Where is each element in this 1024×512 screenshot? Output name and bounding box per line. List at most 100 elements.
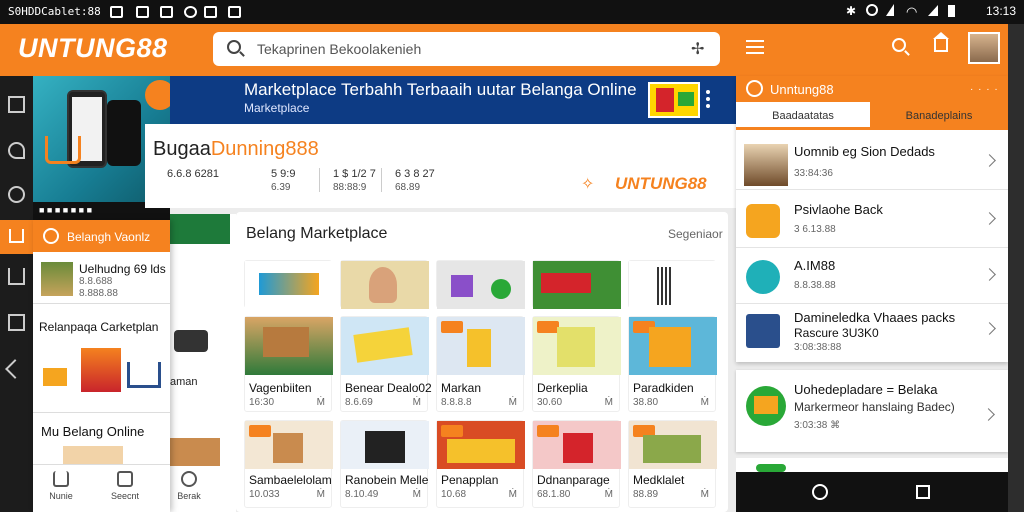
search-icon [746, 80, 763, 97]
tab-second[interactable]: Banadeplains [870, 102, 1008, 130]
search-icon-handle [904, 50, 910, 56]
store-brand: UNTUNG88 [615, 174, 707, 193]
product-tile[interactable] [436, 260, 525, 309]
side-navigation [0, 76, 33, 512]
product-tile[interactable]: Ddnanparage 68.1.80 Ṁ [532, 420, 621, 508]
section-title: Belang Marketplace [246, 225, 388, 242]
recents-button-icon[interactable] [916, 485, 930, 499]
store-stat: 6.6.8 6281 [167, 168, 219, 180]
product-tile[interactable] [340, 260, 429, 309]
back-icon[interactable] [5, 359, 25, 379]
banner-subtitle: Marketplace [244, 101, 310, 115]
product-tile[interactable]: Penapplan 10.68 Ṁ [436, 420, 525, 508]
product-tile[interactable] [628, 260, 717, 309]
decor-circle [145, 80, 170, 110]
home-button-icon[interactable] [812, 484, 828, 500]
search-bar[interactable]: Tekaprinen Bekoolakenieh ✢ [213, 32, 720, 66]
list-item[interactable]: Damineledka Vhaaes packs Rascure 3U3K0 3… [736, 304, 1008, 362]
product-tile[interactable]: Benear Dealo02 8.6.69 Ṁ [340, 316, 432, 412]
list-item[interactable]: Uelhudng 69 lds 8.8.688 8.888.88 [33, 254, 170, 304]
left-panel-header[interactable]: Belangh Vaonlz [33, 220, 170, 252]
product-tile[interactable]: Derkeplia 30.60 Ṁ [532, 316, 621, 412]
app-logo[interactable]: UNTUNG88 [18, 33, 168, 64]
right-promo-card[interactable]: Uohedepladare = Belaka Markermeor hansla… [736, 370, 1008, 452]
bottom-nav-home[interactable]: Nunie [41, 471, 81, 501]
notification-icon [110, 6, 123, 18]
store-icon [9, 229, 24, 243]
status-left-text: S0HDDCablet:88 [8, 5, 101, 18]
phone-illustration [107, 100, 141, 166]
tab-first[interactable]: Baadaatatas [736, 102, 870, 130]
category-banner [170, 214, 230, 244]
store-stat: 5 9:9 6.39 [271, 168, 296, 193]
bottom-nav-search[interactable]: Seecnt [105, 471, 145, 501]
home-icon[interactable] [8, 96, 25, 113]
circle-icon[interactable] [8, 186, 25, 203]
more-icon[interactable]: · · · · [970, 84, 999, 95]
product-tile[interactable]: Sambaelelolam 10.033 Ṁ [244, 420, 333, 508]
marketplace-section: Belang Marketplace Segeniaor Vagenbiiten… [236, 212, 728, 512]
product-tile[interactable] [532, 260, 621, 309]
chevron-right-icon [983, 268, 996, 281]
home-icon[interactable] [934, 38, 948, 52]
home-icon [53, 471, 69, 487]
bottom-nav-account[interactable]: Berak [169, 471, 209, 501]
system-nav-bar [736, 472, 1008, 512]
product-image [81, 348, 121, 392]
store-stat: 6 3 8 27 68.89 [395, 168, 435, 193]
partial-list-column: aman [170, 214, 236, 512]
search-icon[interactable] [8, 142, 25, 159]
nav-item-active[interactable] [0, 220, 33, 254]
list-item[interactable]: Psivlaohe Back 3 6.13.88 [736, 194, 1008, 248]
screen-edge [1008, 24, 1024, 512]
bottom-navigation: Nunie Seecnt Berak [33, 464, 201, 512]
see-all-link[interactable]: Segeniaor [668, 227, 723, 241]
list-item[interactable]: Uomnib eg Sion Dedads 33:84:36 [736, 136, 1008, 190]
product-tile[interactable]: Vagenbiiten 16:30 Ṁ [244, 316, 333, 412]
status-time: 13:13 [985, 4, 1016, 18]
product-tile[interactable]: Ranobein Melle 8.10.49 Ṁ [340, 420, 429, 508]
product-tile[interactable]: Markan 8.8.8.8 Ṁ [436, 316, 525, 412]
more-options-icon[interactable] [706, 90, 712, 110]
document-icon [746, 314, 780, 348]
chevron-right-icon [983, 322, 996, 335]
avatar[interactable] [968, 32, 1000, 64]
sparkle-icon: ✧ [581, 176, 595, 193]
product-thumb [41, 262, 73, 296]
notification-icon [204, 6, 217, 18]
cell-signal-icon [928, 5, 938, 16]
product-image [63, 446, 123, 466]
settings-icon[interactable]: ✢ [691, 39, 704, 59]
battery-icon [948, 5, 955, 17]
store-name: BugaaDunning888 [153, 138, 319, 160]
brand-icon [746, 260, 780, 294]
hero-banner[interactable]: Marketplace Terbahh Terbaaih uutar Belan… [170, 76, 736, 124]
chevron-right-icon [983, 154, 996, 167]
document-icon[interactable] [8, 314, 25, 331]
search-icon-handle [239, 51, 245, 57]
notification-icon [136, 6, 149, 18]
menu-icon[interactable] [746, 40, 764, 54]
product-tile[interactable] [244, 260, 333, 309]
store-stat: 1 $ 1/2 7 88:88:9 [333, 168, 376, 193]
list-item-title[interactable]: Mu Belang Online [41, 424, 144, 439]
partial-text: aman [170, 376, 198, 388]
notification-icon [228, 6, 241, 18]
wifi-icon: ◠ [906, 4, 918, 19]
banner-title: Marketplace Terbahh Terbaaih uutar Belan… [244, 80, 637, 99]
search-input[interactable]: Tekaprinen Bekoolakenieh [257, 41, 421, 57]
product-thumb [744, 144, 788, 186]
product-image [170, 438, 220, 466]
list-item-title[interactable]: Relanpaqa Carketplan [39, 320, 158, 334]
car-image [174, 330, 208, 352]
product-tile[interactable]: Medklalet 88.89 Ṁ [628, 420, 717, 508]
home-icon[interactable] [8, 268, 25, 285]
right-panel-header: Unntung88 · · · · [736, 76, 1008, 102]
bluetooth-icon: ✱ [846, 4, 857, 18]
chevron-right-icon[interactable] [982, 408, 995, 421]
product-image [43, 368, 67, 386]
list-item[interactable]: A.IM88 8.8.38.88 [736, 250, 1008, 304]
store-icon [746, 386, 786, 426]
store-info: BugaaDunning888 6.6.8 6281 5 9:9 6.39 1 $… [145, 124, 736, 208]
product-tile[interactable]: Paradkiden 38.80 Ṁ [628, 316, 717, 412]
